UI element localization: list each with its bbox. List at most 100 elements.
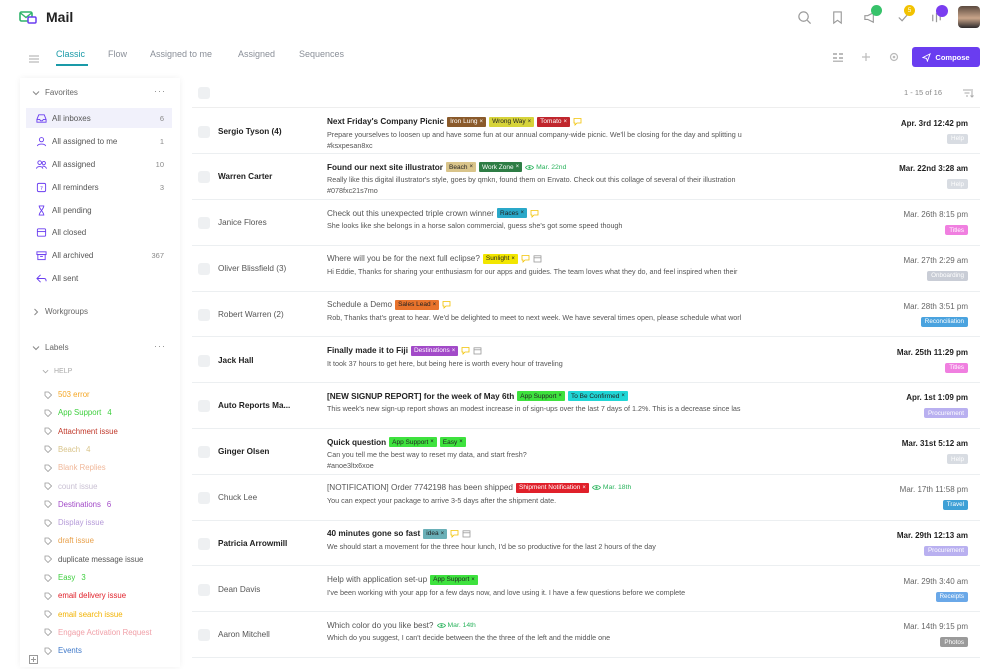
message-tag[interactable]: Sales Lead × (395, 299, 440, 310)
workgroups-section-header[interactable]: Workgroups (32, 307, 88, 316)
tab-classic[interactable]: Classic (56, 49, 85, 59)
category-badge[interactable]: Help (947, 454, 968, 465)
message-row[interactable]: Aaron Mitchell Which color do you like b… (192, 612, 980, 659)
message-tag[interactable]: App Support × (430, 574, 478, 585)
message-row[interactable]: Patricia Arrowmill 40 minutes gone so fa… (192, 521, 980, 567)
message-tag[interactable]: Sunlight × (482, 253, 518, 264)
category-badge[interactable]: Titles (945, 362, 968, 373)
compose-button[interactable]: Compose (912, 47, 980, 67)
row-select-checkbox[interactable] (198, 125, 210, 138)
note-icon[interactable] (461, 346, 470, 355)
sidebar-item-all-archived[interactable]: All archived 367 (26, 245, 172, 265)
activity-bars-icon[interactable] (928, 5, 948, 25)
calendar-icon[interactable] (533, 254, 542, 263)
sort-filter-icon[interactable] (962, 86, 974, 98)
sidebar-item-all-sent[interactable]: All sent (26, 268, 172, 288)
tasks-check-icon[interactable]: 5 (895, 5, 915, 25)
row-select-checkbox[interactable] (198, 308, 210, 321)
select-all-checkbox[interactable] (198, 87, 210, 99)
sidebar-label-item[interactable]: draft issue (44, 536, 100, 545)
calendar-icon[interactable] (473, 346, 482, 355)
remove-tag-icon[interactable]: × (564, 119, 568, 125)
message-tag[interactable]: Races × (497, 208, 527, 219)
sidebar-label-item[interactable]: duplicate message issue (44, 555, 149, 564)
row-select-checkbox[interactable] (198, 217, 210, 230)
tab-assigned-to-me[interactable]: Assigned to me (150, 49, 212, 59)
category-badge[interactable]: Help (947, 179, 968, 190)
remove-tag-icon[interactable]: × (480, 119, 484, 125)
category-badge[interactable]: Reconciliation (920, 316, 968, 327)
sidebar-item-all-assigned[interactable]: All assigned 10 (26, 154, 172, 174)
sidebar-item-all-reminders[interactable]: ? All reminders 3 (26, 177, 172, 197)
message-row[interactable]: Auto Reports Ma... [NEW SIGNUP REPORT] f… (192, 383, 980, 430)
sidebar-label-item[interactable]: count issue (44, 482, 103, 491)
message-row[interactable]: Ginger Olsen Quick question App Support × E… (192, 429, 980, 475)
sidebar-label-item[interactable]: Attachment issue (44, 427, 124, 436)
category-badge[interactable]: Procurement (923, 545, 968, 556)
remove-tag-icon[interactable]: × (516, 164, 520, 170)
expand-plus-icon[interactable] (29, 651, 38, 664)
layout-list-icon[interactable] (832, 50, 844, 62)
message-tag[interactable]: To Be Confirmed × (567, 391, 628, 402)
tab-flow[interactable]: Flow (108, 49, 127, 59)
remove-tag-icon[interactable]: × (558, 393, 562, 399)
user-avatar[interactable] (958, 6, 980, 28)
message-tag[interactable]: App Support × (517, 391, 565, 402)
sidebar-label-item[interactable]: Blank Replies (44, 463, 112, 472)
remove-tag-icon[interactable]: × (471, 577, 475, 583)
remove-tag-icon[interactable]: × (621, 393, 625, 399)
message-row[interactable]: Dean Davis Help with application set-up A… (192, 567, 980, 613)
remove-tag-icon[interactable]: × (441, 531, 445, 537)
row-select-checkbox[interactable] (198, 537, 210, 550)
remove-tag-icon[interactable]: × (430, 439, 434, 445)
sidebar-item-all-assigned-to-me[interactable]: All assigned to me 1 (26, 131, 172, 151)
favorites-section-header[interactable]: Favorites (32, 88, 78, 97)
category-badge[interactable]: Photos (940, 637, 968, 648)
row-select-checkbox[interactable] (198, 171, 210, 184)
category-badge[interactable]: Onboarding (927, 270, 968, 281)
remove-tag-icon[interactable]: × (511, 256, 515, 262)
tab-assigned[interactable]: Assigned (238, 49, 275, 59)
help-label-group[interactable]: HELP (42, 368, 72, 375)
message-tag[interactable]: App Support × (389, 437, 437, 448)
sidebar-label-item[interactable]: Display issue (44, 518, 110, 527)
remove-tag-icon[interactable]: × (582, 485, 586, 491)
message-row[interactable]: Oliver Blissfield (3) Where will you be f… (192, 246, 980, 292)
row-select-checkbox[interactable] (198, 354, 210, 367)
message-row[interactable]: Jack Hall Finally made it to Fiji Destina… (192, 338, 980, 384)
note-icon[interactable] (521, 254, 530, 264)
sidebar-label-item[interactable]: App Support 4 (44, 408, 112, 417)
category-badge[interactable]: Titles (945, 225, 968, 236)
note-icon[interactable] (573, 117, 582, 126)
remove-tag-icon[interactable]: × (520, 210, 524, 216)
row-select-checkbox[interactable] (198, 446, 210, 459)
message-tag[interactable]: Tomato × (537, 116, 571, 127)
sidebar-item-all-inboxes[interactable]: All inboxes 6 (26, 108, 172, 128)
row-select-checkbox[interactable] (198, 400, 210, 413)
tab-sequences[interactable]: Sequences (299, 49, 344, 59)
row-select-checkbox[interactable] (198, 491, 210, 504)
message-tag[interactable]: Shipment Notification × (515, 482, 589, 493)
note-icon[interactable] (450, 529, 459, 539)
bookmark-icon[interactable] (829, 9, 845, 25)
message-row[interactable]: Janice Flores Check out this unexpected … (192, 200, 980, 246)
message-row[interactable]: Robert Warren (2) Schedule a Demo Sales Le… (192, 292, 980, 338)
note-icon[interactable] (530, 209, 539, 218)
remove-tag-icon[interactable]: × (528, 119, 532, 125)
sidebar-label-item[interactable]: email search issue (44, 610, 129, 619)
sidebar-item-all-pending[interactable]: All pending (26, 200, 172, 220)
row-select-checkbox[interactable] (198, 583, 210, 596)
sidebar-label-item[interactable]: Easy 3 (44, 573, 86, 582)
sidebar-label-item[interactable]: email delivery issue (44, 591, 132, 600)
sidebar-label-item[interactable]: Beach 4 (44, 445, 90, 454)
message-tag[interactable]: Iron Lung × (447, 116, 487, 127)
add-icon[interactable] (860, 50, 872, 62)
row-select-checkbox[interactable] (198, 629, 210, 642)
announcement-icon[interactable] (862, 5, 882, 25)
category-badge[interactable]: Help (947, 133, 968, 144)
category-badge[interactable]: Procurement (923, 408, 968, 419)
message-row[interactable]: Chuck Lee [NOTIFICATION] Order 7742198 h… (192, 475, 980, 521)
category-badge[interactable]: Travel (942, 499, 968, 510)
message-tag[interactable]: Easy × (439, 437, 466, 448)
sidebar-label-item[interactable]: Events (44, 646, 88, 655)
